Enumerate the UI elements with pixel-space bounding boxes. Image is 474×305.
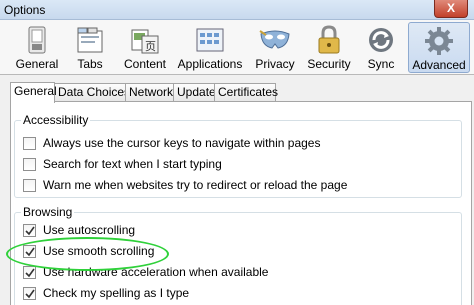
accessibility-title: Accessibility bbox=[21, 113, 91, 127]
pane-label: Privacy bbox=[255, 57, 295, 71]
privacy-mask-icon bbox=[259, 30, 290, 49]
advanced-gear-icon bbox=[425, 27, 453, 55]
highlight-circle bbox=[6, 237, 169, 271]
title-bar: Options X bbox=[0, 0, 474, 20]
tab-data-choices[interactable]: Data Choices bbox=[54, 83, 130, 102]
pane-label: Content bbox=[123, 57, 167, 71]
checkmark-icon bbox=[25, 289, 35, 299]
option-label: Use autoscrolling bbox=[43, 223, 136, 237]
pane-security[interactable]: Security bbox=[305, 22, 353, 73]
checkbox[interactable] bbox=[23, 137, 36, 150]
content-icon: 页 bbox=[131, 29, 159, 54]
pane-label: Advanced bbox=[412, 58, 466, 72]
tab-general[interactable]: General bbox=[10, 82, 57, 103]
browsing-title: Browsing bbox=[21, 205, 75, 219]
tab-update[interactable]: Update bbox=[173, 83, 216, 102]
pane-label: Security bbox=[307, 57, 351, 71]
checkbox-checked[interactable] bbox=[23, 266, 36, 279]
sync-icon bbox=[369, 28, 393, 52]
close-button[interactable]: X bbox=[434, 0, 468, 18]
pane-privacy[interactable]: Privacy bbox=[252, 22, 298, 73]
svg-text:页: 页 bbox=[145, 40, 156, 53]
option-label: Check my spelling as I type bbox=[43, 286, 190, 300]
preferences-toolbar: General Tabs 页 Content Applications Priv… bbox=[0, 20, 474, 75]
pane-tabs[interactable]: Tabs bbox=[68, 22, 112, 73]
tab-certificates[interactable]: Certificates bbox=[214, 83, 278, 102]
option-label: Warn me when websites try to redirect or… bbox=[43, 178, 348, 192]
checkmark-icon bbox=[25, 226, 35, 236]
security-lock-icon bbox=[318, 25, 340, 54]
pane-general[interactable]: General bbox=[14, 22, 60, 73]
tabs-icon bbox=[77, 27, 103, 53]
checkbox[interactable] bbox=[23, 158, 36, 171]
pane-applications[interactable]: Applications bbox=[177, 22, 243, 73]
option-label: Always use the cursor keys to navigate w… bbox=[43, 136, 321, 150]
pane-label: Applications bbox=[177, 57, 243, 71]
pane-label: General bbox=[15, 57, 59, 71]
checkbox-checked[interactable] bbox=[23, 224, 36, 237]
pane-label: Tabs bbox=[77, 57, 103, 71]
checkbox-checked[interactable] bbox=[23, 287, 36, 300]
tab-network[interactable]: Network bbox=[125, 83, 174, 102]
pane-content[interactable]: 页 Content bbox=[120, 22, 170, 73]
checkmark-icon bbox=[25, 268, 35, 278]
general-switch-icon bbox=[28, 26, 46, 54]
applications-icon bbox=[196, 28, 224, 52]
accessibility-group: Accessibility Always use the cursor keys… bbox=[14, 113, 462, 198]
pane-label: Sync bbox=[367, 57, 395, 71]
pane-advanced[interactable]: Advanced bbox=[408, 22, 470, 73]
checkbox[interactable] bbox=[23, 179, 36, 192]
option-label: Search for text when I start typing bbox=[43, 157, 222, 171]
window-title: Options bbox=[4, 3, 46, 17]
pane-sync[interactable]: Sync bbox=[361, 22, 401, 73]
